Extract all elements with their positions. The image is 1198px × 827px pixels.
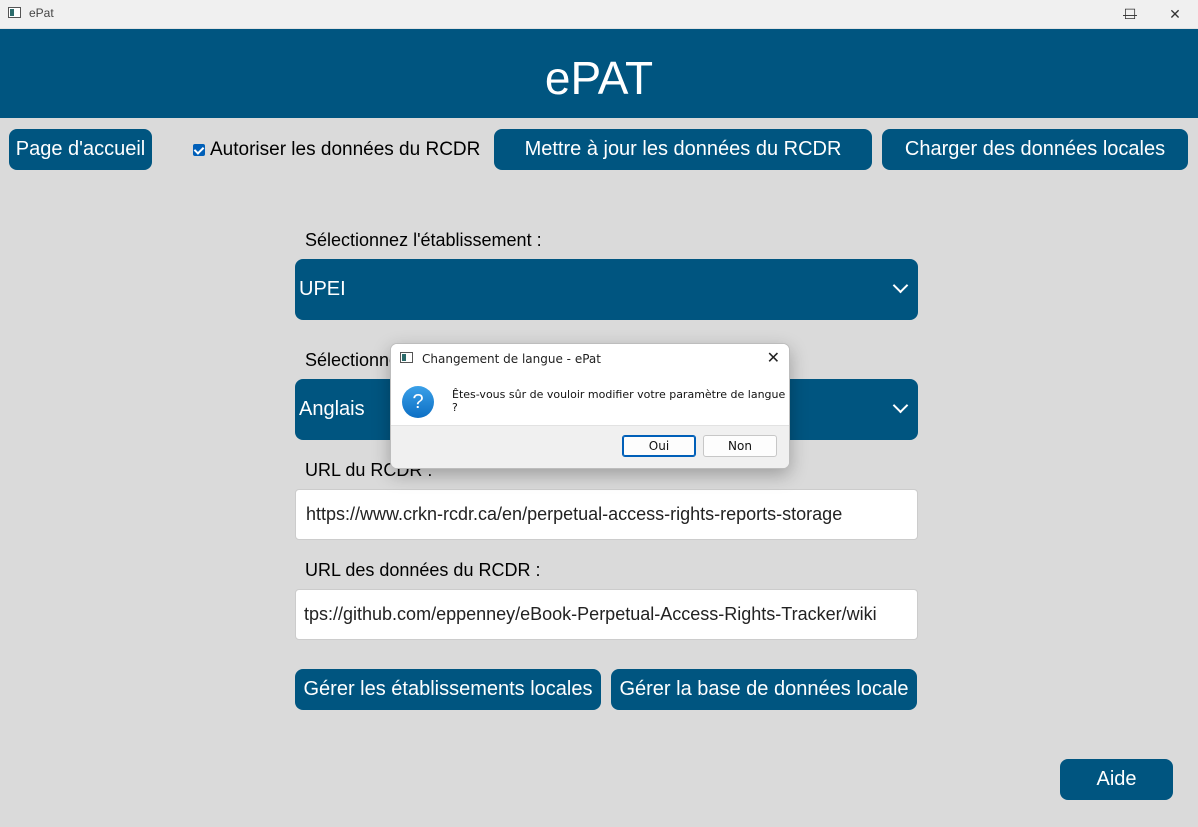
allow-crkn-data-label: Autoriser les données du RCDR	[210, 139, 481, 160]
yes-button[interactable]: Oui	[622, 435, 696, 457]
question-icon: ?	[402, 386, 434, 418]
maximize-icon[interactable]: ☐	[1107, 0, 1153, 28]
dialog-message: Êtes-vous sûr de vouloir modifier votre …	[452, 388, 786, 414]
app-header: ePAT	[0, 29, 1198, 118]
chevron-down-icon	[892, 277, 909, 294]
load-local-data-button[interactable]: Charger des données locales	[882, 129, 1188, 170]
crkn-data-url-field[interactable]: tps://github.com/eppenney/eBook-Perpetua…	[295, 589, 918, 640]
window-titlebar: ePat — ☐ ✕	[0, 0, 1198, 29]
dialog-title: Changement de langue - ePat	[422, 352, 601, 366]
chevron-down-icon	[892, 397, 909, 414]
manage-database-button[interactable]: Gérer la base de données locale	[611, 669, 917, 710]
home-page-button[interactable]: Page d'accueil	[9, 129, 152, 170]
close-icon[interactable]: ✕	[767, 348, 780, 367]
manage-institutions-button[interactable]: Gérer les établissements locales	[295, 669, 601, 710]
update-crkn-data-button[interactable]: Mettre à jour les données du RCDR	[494, 129, 872, 170]
allow-crkn-data-checkbox[interactable]: Autoriser les données du RCDR	[193, 139, 480, 161]
language-change-dialog: Changement de langue - ePat ✕ ? Êtes-vou…	[390, 343, 790, 469]
window-title: ePat	[29, 6, 54, 20]
institution-value: UPEI	[299, 278, 346, 300]
no-button[interactable]: Non	[703, 435, 777, 457]
language-value: Anglais	[299, 398, 365, 420]
help-button[interactable]: Aide	[1060, 759, 1173, 800]
institution-label: Sélectionnez l'établissement :	[305, 230, 542, 250]
app-icon	[400, 352, 413, 363]
app-title: ePAT	[544, 52, 654, 104]
app-icon	[8, 7, 21, 18]
close-window-icon[interactable]: ✕	[1152, 0, 1198, 28]
checkbox-checked-icon[interactable]	[193, 144, 205, 156]
dialog-titlebar: Changement de langue - ePat ✕	[391, 344, 789, 374]
crkn-data-url-value: tps://github.com/eppenney/eBook-Perpetua…	[304, 604, 877, 624]
crkn-url-field[interactable]: https://www.crkn-rcdr.ca/en/perpetual-ac…	[295, 489, 918, 540]
crkn-url-value: https://www.crkn-rcdr.ca/en/perpetual-ac…	[306, 504, 843, 524]
dialog-footer: Oui Non	[391, 425, 789, 468]
institution-select[interactable]: UPEI	[295, 259, 918, 320]
crkn-data-url-label: URL des données du RCDR :	[305, 560, 541, 580]
